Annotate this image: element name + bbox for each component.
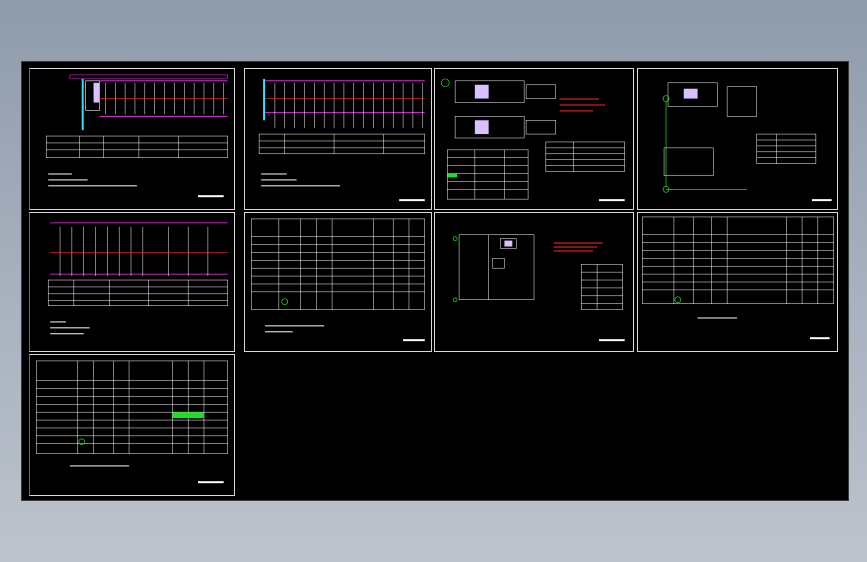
sheet-3-drawing (441, 78, 625, 202)
sheet-1-drawing (45, 74, 228, 198)
sheet-5-panel-schematic[interactable] (29, 212, 235, 352)
sheet-6-table[interactable] (244, 212, 432, 352)
sheet-9-table[interactable] (29, 354, 235, 496)
sheet-1-panel-schematic[interactable] (29, 68, 235, 210)
sheet-2-panel-schematic[interactable] (244, 68, 432, 210)
sheet-2-drawing (258, 78, 426, 202)
sheet-5-drawing (47, 222, 228, 335)
sheet-7-control-circuit[interactable] (434, 212, 634, 352)
sheet-9-drawing (36, 360, 228, 484)
sheet-4-drawing (662, 82, 832, 202)
sheet-7-drawing (452, 234, 625, 342)
sheet-8-table[interactable] (637, 212, 838, 352)
sheet-3-cabinet-layout[interactable] (434, 68, 634, 210)
sheet-4-plan-layout[interactable] (637, 68, 838, 210)
sheet-6-drawing (251, 218, 425, 342)
sheet-8-drawing (642, 216, 834, 340)
drawing-canvas[interactable] (21, 61, 849, 501)
